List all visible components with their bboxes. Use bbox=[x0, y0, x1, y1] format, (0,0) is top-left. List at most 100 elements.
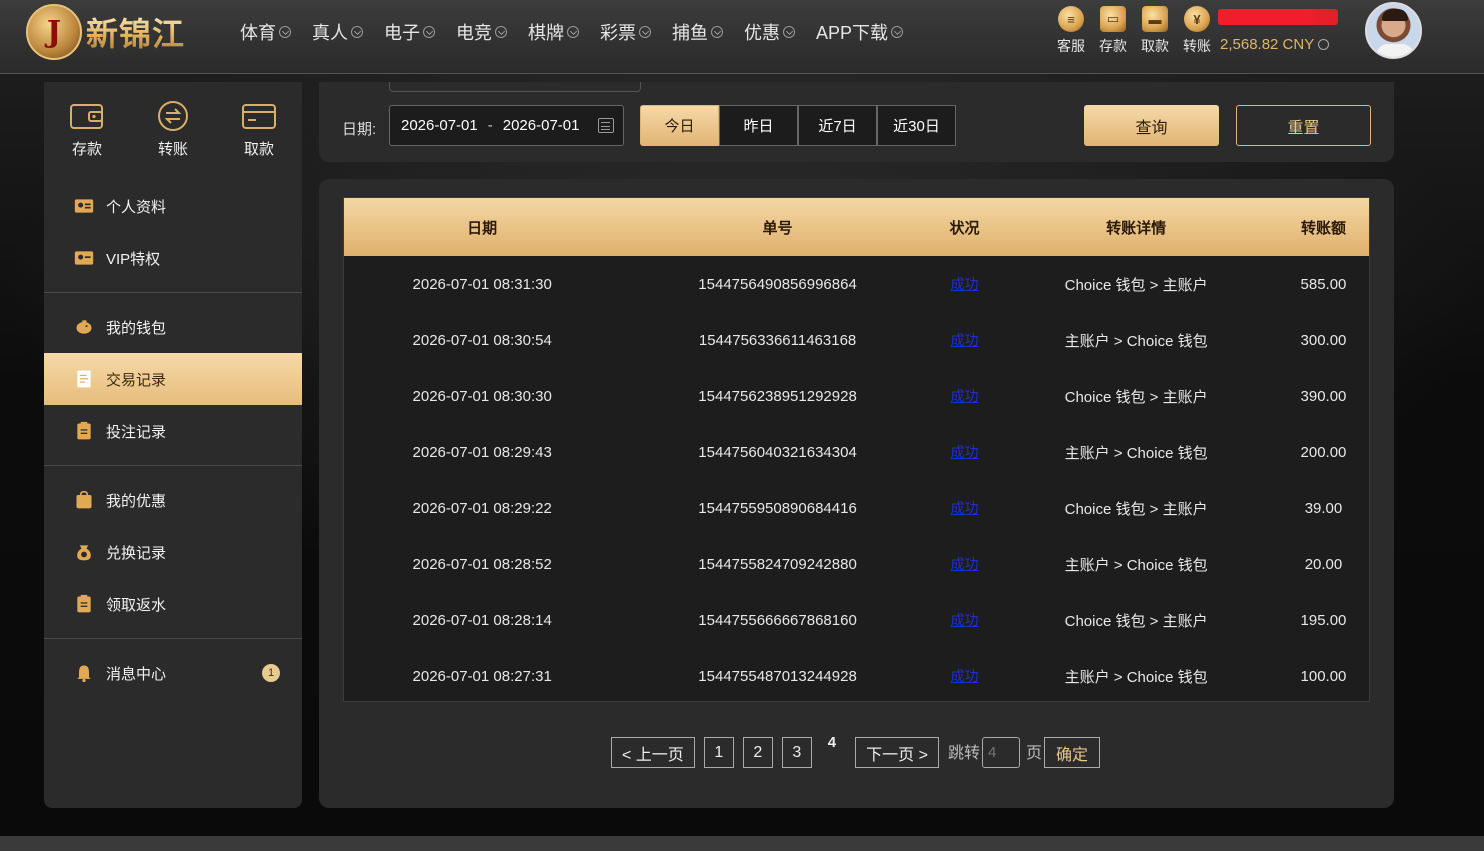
quick-action-label: 客服 bbox=[1057, 38, 1085, 54]
table-cell: Choice 钱包 > 主账户 bbox=[1064, 612, 1208, 630]
wallet-icon bbox=[70, 104, 103, 129]
nav-item-6[interactable]: 捕鱼 bbox=[672, 18, 723, 46]
sidebar-menu: 个人资料 VIP特权我的钱包 交易记录 投注记录我的优惠兑换记录领取返水消息中心 1 bbox=[44, 174, 302, 707]
sidebar-withdraw-button[interactable]: 取款 bbox=[216, 82, 302, 174]
status-link[interactable]: 成功 bbox=[935, 312, 995, 368]
sidebar-item-1-1[interactable]: 交易记录 bbox=[44, 353, 302, 405]
sidebar-withdraw-label: 取款 bbox=[243, 141, 274, 158]
main-nav: 体育 真人 电子 电竞 棋牌 彩票 捕鱼 优惠 APP下载 bbox=[240, 18, 924, 46]
page-suffix: 页 bbox=[1025, 745, 1042, 762]
profile-card-icon bbox=[74, 196, 94, 216]
reset-button[interactable]: 重置 bbox=[1236, 105, 1371, 146]
sidebar-top-actions: 存款 转账 取款 bbox=[44, 82, 302, 174]
sidebar-item-2-0[interactable]: 我的优惠 bbox=[44, 474, 302, 526]
range-button-3[interactable]: 近30日 bbox=[877, 105, 956, 146]
sidebar-item-0-0[interactable]: 个人资料 bbox=[44, 180, 302, 232]
nav-item-1[interactable]: 真人 bbox=[312, 18, 363, 46]
table-cell: 585.00 bbox=[1300, 275, 1347, 293]
table-cell: 2026-07-01 08:29:43 bbox=[412, 443, 552, 461]
avatar[interactable] bbox=[1365, 2, 1422, 59]
sidebar-item-2-1[interactable]: 兑换记录 bbox=[44, 526, 302, 578]
chevron-down-icon bbox=[783, 26, 795, 38]
page-button-1[interactable]: 1 bbox=[703, 737, 734, 768]
nav-item-4[interactable]: 棋牌 bbox=[528, 18, 579, 46]
prev-page-button[interactable]: < 上一页 bbox=[611, 737, 695, 768]
sidebar-item-label: 兑换记录 bbox=[106, 544, 167, 562]
status-link[interactable]: 成功 bbox=[935, 592, 995, 648]
sidebar-deposit-button[interactable]: 存款 bbox=[44, 82, 130, 174]
table-row: 2026-07-01 08:29:22 1544755950890684416 成功… bbox=[344, 480, 1369, 536]
page-button-2[interactable]: 2 bbox=[742, 737, 773, 768]
logo[interactable]: J 新锦江 bbox=[26, 2, 185, 62]
column-header-3[interactable]: 转账详情 bbox=[994, 198, 1278, 256]
table-cell: 1544756336611463168 bbox=[698, 331, 857, 349]
start-date: 2026-07-01 bbox=[401, 117, 478, 134]
status-link[interactable]: 成功 bbox=[935, 368, 995, 424]
nav-item-label: 电子 bbox=[384, 23, 420, 43]
table-cell: 200.00 bbox=[1300, 443, 1347, 461]
nav-item-5[interactable]: 彩票 bbox=[600, 18, 651, 46]
nav-item-label: APP下载 bbox=[816, 23, 889, 43]
chevron-down-icon bbox=[279, 26, 291, 38]
column-header-1[interactable]: 单号 bbox=[620, 198, 934, 256]
quick-actions: ≡ 客服 ▭ 存款 ▬ 取款 ¥ 转账 bbox=[1050, 6, 1218, 56]
sidebar-transfer-button[interactable]: 转账 bbox=[130, 82, 216, 174]
balance-display[interactable]: 2,568.82 CNY bbox=[1220, 36, 1330, 53]
nav-item-0[interactable]: 体育 bbox=[240, 18, 291, 46]
sidebar-group-3: 消息中心 1 bbox=[44, 638, 302, 707]
chevron-down-icon bbox=[1318, 39, 1330, 50]
nav-item-label: 体育 bbox=[240, 23, 276, 43]
table-cell: 主账户 > Choice 钱包 bbox=[1064, 668, 1208, 686]
status-link[interactable]: 成功 bbox=[935, 536, 995, 592]
table-cell: 2026-07-01 08:30:30 bbox=[412, 387, 552, 405]
quick-action-0[interactable]: ≡ 客服 bbox=[1050, 6, 1092, 56]
status-link[interactable]: 成功 bbox=[935, 480, 995, 536]
chevron-down-icon bbox=[351, 26, 363, 38]
sidebar-item-0-1[interactable]: VIP特权 bbox=[44, 232, 302, 284]
table-cell: 300.00 bbox=[1300, 331, 1347, 349]
table-row: 2026-07-01 08:30:54 1544756336611463168 成功… bbox=[344, 312, 1369, 368]
page-button-3[interactable]: 3 bbox=[781, 737, 812, 768]
transfer-icon bbox=[158, 101, 188, 131]
nav-item-2[interactable]: 电子 bbox=[384, 18, 435, 46]
nav-item-3[interactable]: 电竞 bbox=[456, 18, 507, 46]
date-range-input[interactable]: 2026-07-01 - 2026-07-01 bbox=[389, 105, 624, 146]
table-cell: 2026-07-01 08:29:22 bbox=[412, 499, 552, 517]
nav-item-7[interactable]: 优惠 bbox=[744, 18, 795, 46]
nav-item-label: 彩票 bbox=[600, 23, 636, 43]
sidebar-item-3-0[interactable]: 消息中心 1 bbox=[44, 647, 302, 699]
sidebar-item-2-2[interactable]: 领取返水 bbox=[44, 578, 302, 630]
quick-action-3[interactable]: ¥ 转账 bbox=[1176, 6, 1218, 56]
status-link[interactable]: 成功 bbox=[935, 648, 995, 704]
table-cell: 390.00 bbox=[1300, 387, 1347, 405]
status-link[interactable]: 成功 bbox=[935, 424, 995, 480]
table-cell: 20.00 bbox=[1304, 555, 1343, 573]
card-icon bbox=[242, 104, 276, 129]
quick-action-1[interactable]: ▭ 存款 bbox=[1092, 6, 1134, 56]
sidebar-item-1-0[interactable]: 我的钱包 bbox=[44, 301, 302, 353]
table-cell: 主账户 > Choice 钱包 bbox=[1064, 444, 1208, 462]
table-cell: 1544756490856996864 bbox=[698, 275, 857, 293]
range-button-2[interactable]: 近7日 bbox=[798, 105, 877, 146]
column-header-4[interactable]: 转账额 bbox=[1278, 198, 1369, 256]
clipboard-icon bbox=[74, 594, 94, 614]
filter-panel: 日期: 2026-07-01 - 2026-07-01 今日 昨日 近7日 近30日 … bbox=[319, 82, 1394, 162]
column-header-0[interactable]: 日期 bbox=[344, 198, 620, 256]
sidebar-item-1-2[interactable]: 投注记录 bbox=[44, 405, 302, 457]
next-page-button[interactable]: 下一页 > bbox=[855, 737, 939, 768]
logo-text: 新锦江 bbox=[86, 9, 185, 55]
table-cell: 2026-07-01 08:27:31 bbox=[412, 667, 552, 685]
query-button[interactable]: 查询 bbox=[1084, 105, 1219, 146]
range-button-0[interactable]: 今日 bbox=[640, 105, 719, 146]
quick-action-2[interactable]: ▬ 取款 bbox=[1134, 6, 1176, 56]
transaction-table: 日期 单号 状况 转账详情 转账额 2026-07-01 08:31:30 1544756… bbox=[344, 198, 1369, 704]
nav-item-8[interactable]: APP下载 bbox=[816, 18, 904, 46]
status-link[interactable]: 成功 bbox=[935, 256, 995, 312]
range-button-1[interactable]: 昨日 bbox=[719, 105, 798, 146]
confirm-jump-button[interactable]: 确定 bbox=[1043, 737, 1100, 768]
date-label: 日期: bbox=[342, 121, 377, 138]
records-panel: 日期 单号 状况 转账详情 转账额 2026-07-01 08:31:30 1544756… bbox=[319, 179, 1394, 808]
table-body: 2026-07-01 08:31:30 1544756490856996864 成功… bbox=[344, 256, 1369, 704]
jump-page-input[interactable] bbox=[981, 737, 1020, 768]
column-header-2[interactable]: 状况 bbox=[935, 198, 995, 256]
